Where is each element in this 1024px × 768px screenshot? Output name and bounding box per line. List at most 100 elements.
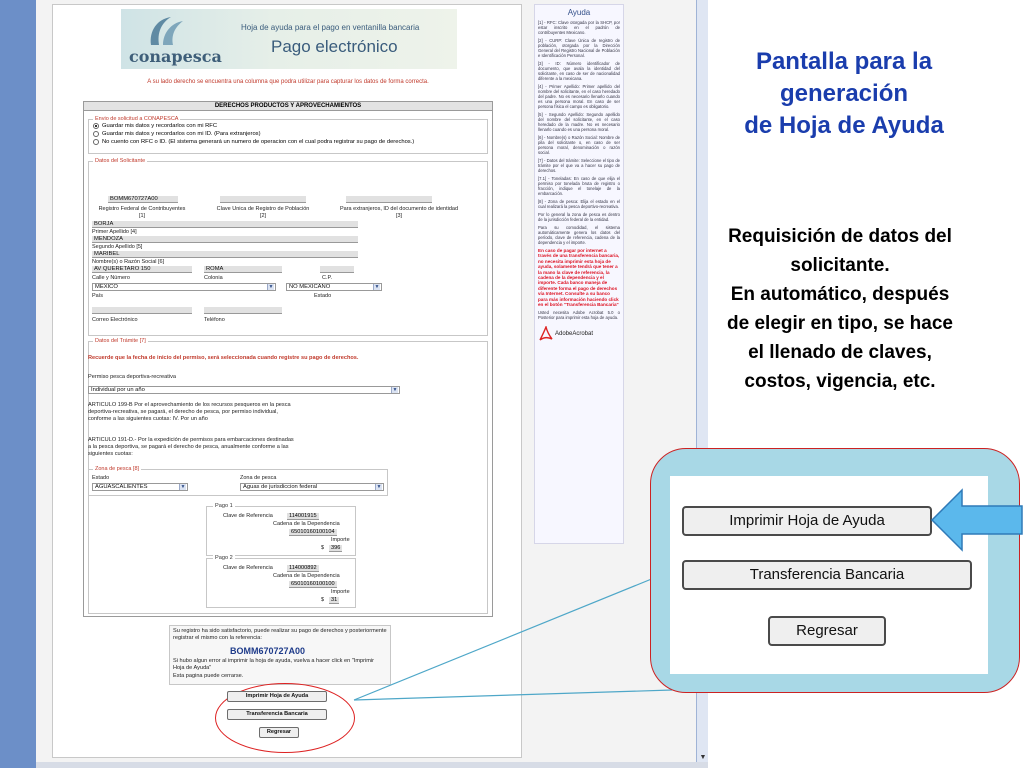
apellido2-input[interactable]: MARIBEL: [92, 251, 358, 258]
help-column: Ayuda [1] - RFC: Clave otorgada por la S…: [534, 4, 624, 544]
envio-legend: Envio de solicitud a CONAPESCA: [95, 116, 179, 122]
notice-text: A su lado derecho se encuentra una colum…: [147, 79, 429, 85]
transfer-button[interactable]: Transferencia Bancaria: [227, 709, 327, 720]
help-adobe-note: Usted necesita Adobe Acrobat 5.0 o Poste…: [538, 310, 620, 321]
radio-icon[interactable]: [93, 139, 99, 145]
radio-option-rfc[interactable]: Guardar mis datos y recordarlos con mi R…: [93, 122, 487, 130]
ap1-label: Primer Apellido [4]: [92, 229, 137, 235]
telefono-input[interactable]: [204, 307, 282, 314]
success-box: Su registro ha sido satisfactorio, puede…: [169, 625, 391, 685]
correo-input[interactable]: [92, 307, 192, 314]
help-item: [6] - Nombre(s) o Razón Social: Nombre d…: [538, 135, 620, 155]
zona-fieldset: Zona de pesca [8]: [88, 466, 388, 496]
zoom-transfer-button[interactable]: Transferencia Bancaria: [682, 560, 972, 590]
pago2-importe: 31: [329, 597, 340, 604]
permiso-select[interactable]: Individual por un año ▼: [88, 386, 400, 394]
success-line3: Esta pagina puede cerrarse.: [173, 673, 244, 679]
articulo-199b: ARTICULO 199-B Por el aprovechamiento de…: [88, 402, 291, 422]
pago1-legend: Pago 1: [213, 503, 235, 509]
success-line1: Su registro ha sido satisfactorio, puede…: [173, 628, 387, 641]
radio-icon[interactable]: [93, 131, 99, 137]
annotation-body: Requisición de datos del solicitante. En…: [727, 226, 953, 392]
id-num: [3]: [395, 213, 403, 219]
apellido1-input[interactable]: MENDOZA: [92, 236, 358, 243]
pais-select[interactable]: MEXICO ▼: [92, 283, 276, 291]
pago2-legend: Pago 2: [213, 555, 235, 561]
nombre-input[interactable]: BORJA: [92, 221, 358, 228]
status-bar: [36, 762, 708, 768]
estado-select[interactable]: NO MEXICANO ▼: [286, 283, 382, 291]
id-input[interactable]: [346, 196, 432, 203]
pago2-cadena: 65010160100100: [289, 581, 337, 588]
help-item: [7] - Datos del trámite: Seleccione el t…: [538, 158, 620, 173]
pago1-cadena: 65010160100104: [289, 529, 337, 536]
colonia-label: Colonia: [204, 275, 223, 281]
help-item: [8] - Zona de pesca: Elija el estado en …: [538, 199, 620, 209]
conapesca-logo-icon: [150, 17, 183, 45]
id-label: Para extranjeros, ID del documento de id…: [339, 206, 459, 212]
curp-label: Clave Unica de Registro de Población: [216, 206, 310, 212]
permiso-label: Permiso pesca deportiva-recreativa: [88, 374, 176, 380]
cp-input[interactable]: [320, 266, 354, 273]
adobe-acrobat-logo[interactable]: AdobeAcrobat: [539, 326, 619, 342]
help-transfer-note: En caso de pagar por internet a través d…: [538, 248, 620, 308]
panel-title: DERECHOS PRODUCTOS Y APROVECHAMIENTOS: [84, 102, 492, 111]
help-item: [4] - Primer Apellido: Primer apellido d…: [538, 84, 620, 109]
help-item: Por lo general la zona de pesca es dentr…: [538, 212, 620, 222]
back-button[interactable]: Regresar: [259, 727, 299, 738]
zona-pesca-select[interactable]: Aguas de jurisdiccion federal ▼: [240, 483, 384, 491]
pago2-clave: 114000892: [287, 565, 319, 572]
help-title: Ayuda: [567, 8, 591, 17]
banner-subtitle: Hoja de ayuda para el pago en ventanilla…: [241, 23, 420, 32]
rfc-input[interactable]: BOMM670727A00: [108, 196, 178, 203]
chevron-down-icon[interactable]: ▼: [373, 284, 380, 290]
adobe-acrobat-icon: [539, 326, 553, 342]
chevron-down-icon[interactable]: ▼: [267, 284, 274, 290]
pais-label: País: [92, 293, 104, 299]
help-item: Para su comodidad, el sistema automática…: [538, 225, 620, 245]
radio-option-id[interactable]: Guardar mis datos y recordarlos con mi I…: [93, 130, 487, 138]
help-item: [2] - CURP: Clave Única de registro de p…: [538, 38, 620, 58]
calle-input[interactable]: AV QUERETARO 150: [92, 266, 192, 273]
radio-option-none[interactable]: No cuento con RFC o ID. (El sistema gene…: [93, 138, 487, 146]
solicitante-legend: Datos del Solicitante: [95, 158, 146, 164]
curp-input[interactable]: [220, 196, 306, 203]
chevron-down-icon[interactable]: ▼: [375, 484, 382, 490]
articulo-191d: ARTICULO 191-D.- Por la expedición de pe…: [88, 437, 294, 457]
zona-estado-select[interactable]: AGUASCALIENTES ▼: [92, 483, 188, 491]
cp-label: C.P.: [322, 275, 332, 281]
help-item: [3] - ID: Número identificador de docume…: [538, 61, 620, 81]
pointer-arrow-icon: [930, 488, 1023, 552]
razon-label: Nombre(s) o Razón Social [6]: [92, 259, 165, 265]
browser-window: ▼ conapesca Hoja de ayuda para el pago e…: [0, 0, 708, 768]
colonia-input[interactable]: ROMA: [204, 266, 282, 273]
print-button[interactable]: Imprimir Hoja de Ayuda: [227, 691, 327, 702]
chevron-down-icon[interactable]: ▼: [179, 484, 186, 490]
pago1-clave: 114001915: [287, 513, 319, 520]
zoom-print-button[interactable]: Imprimir Hoja de Ayuda: [682, 506, 932, 536]
calle-label: Calle y Número: [92, 275, 130, 281]
help-item: [7.1] - Toneladas: En caso de que elija …: [538, 176, 620, 196]
pago1-importe: 396: [329, 545, 343, 552]
curp-num: [2]: [259, 213, 267, 219]
radio-selected-icon[interactable]: [93, 123, 99, 129]
form-page: conapesca Hoja de ayuda para el pago en …: [52, 4, 522, 758]
zona-estado-label: Estado: [92, 475, 110, 481]
envio-fieldset: Envio de solicitud a CONAPESCA Guardar m…: [88, 116, 488, 154]
zona-legend: Zona de pesca [8]: [95, 466, 140, 472]
estado-label: Estado: [314, 293, 332, 299]
banner-title: Pago electrónico: [271, 37, 398, 56]
form-panel: DERECHOS PRODUCTOS Y APROVECHAMIENTOS En…: [83, 101, 493, 617]
annotation-title: Pantalla para la generación de Hoja de A…: [744, 48, 944, 139]
rfc-label: Registro Federal de Contribuyentes: [98, 206, 186, 212]
help-item: [1] - RFC: Clave otorgada por la SHCP, p…: [538, 20, 620, 35]
conapesca-banner: conapesca Hoja de ayuda para el pago en …: [121, 9, 457, 69]
telefono-label: Teléfono: [204, 317, 225, 323]
chevron-down-icon[interactable]: ▼: [391, 387, 398, 393]
tramite-legend: Datos del Trámite [7]: [95, 338, 146, 344]
zoom-back-button[interactable]: Regresar: [768, 616, 886, 646]
fecha-notice: Recuerde que la fecha de inicio del perm…: [88, 355, 359, 361]
ap2-label: Segundo Apellido [5]: [92, 244, 143, 250]
correo-label: Correo Electrónico: [92, 317, 138, 323]
help-item: [5] - Segundo Apellido: Segundo apellido…: [538, 112, 620, 132]
